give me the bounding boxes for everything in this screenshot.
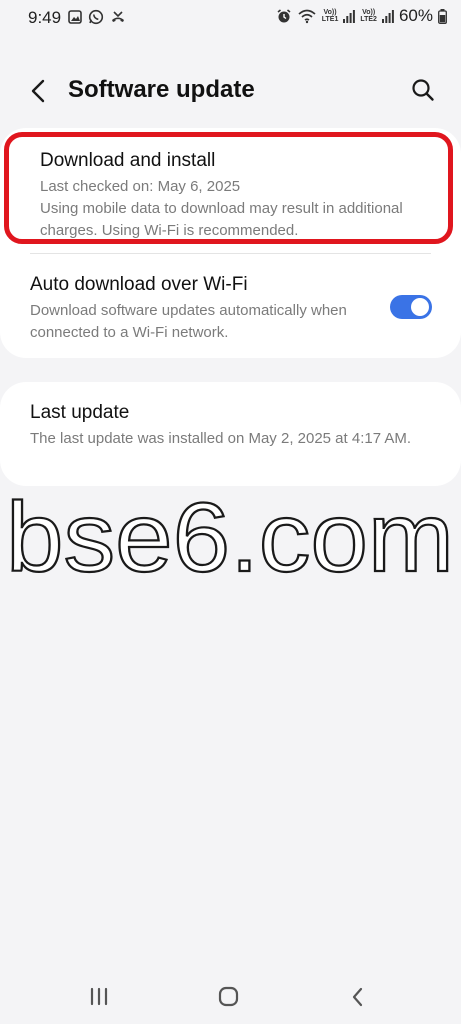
watermark: bse6.com: [5, 483, 455, 593]
sim2-network-label: LTE2: [360, 16, 377, 23]
missed-call-icon: [112, 11, 124, 22]
sim2-indicator: Vo)) LTE2: [360, 9, 377, 23]
alarm-icon: [277, 9, 291, 23]
last-update-description: The last update was installed on May 2, …: [30, 430, 412, 447]
status-bar: 9:49 Vo)) LTE1 Vo)) LTE2 60%: [0, 0, 461, 34]
auto-download-title: Auto download over Wi-Fi: [30, 274, 248, 295]
app-header: Software update: [0, 62, 461, 118]
last-update-title: Last update: [30, 402, 130, 423]
auto-download-description: Download software updates automatically …: [30, 302, 347, 341]
sim1-network-label: LTE1: [321, 16, 339, 23]
recents-button[interactable]: [84, 982, 114, 1012]
back-icon: [352, 987, 363, 1007]
wifi-icon: [298, 9, 316, 24]
signal-icon: [381, 10, 394, 23]
sim2-volte-label: Vo)): [362, 9, 376, 16]
signal-icon: [343, 10, 356, 23]
watermark-text: bse6.com: [6, 483, 454, 592]
recents-icon: [90, 987, 108, 1006]
last-update-card[interactable]: Last update The last update was installe…: [0, 382, 461, 486]
toggle-knob: [411, 298, 429, 316]
sim1-indicator: Vo)) LTE1: [322, 9, 339, 23]
back-arrow-icon: [31, 79, 45, 103]
gallery-icon: [68, 10, 82, 24]
divider: [30, 253, 431, 254]
nav-back-button[interactable]: [343, 982, 373, 1012]
home-icon: [218, 986, 239, 1007]
highlight-box: [4, 132, 453, 244]
page-title: Software update: [68, 76, 255, 103]
update-options-card: Download and install Last checked on: Ma…: [0, 128, 461, 358]
notification-icons: [68, 9, 126, 25]
search-button[interactable]: [409, 76, 437, 104]
whatsapp-icon: [88, 9, 104, 25]
system-status: Vo)) LTE1 Vo)) LTE2 60%: [276, 6, 447, 26]
auto-download-toggle[interactable]: [390, 295, 432, 319]
back-button[interactable]: [24, 76, 54, 106]
home-button[interactable]: [214, 982, 244, 1012]
battery-icon: [438, 8, 447, 24]
navigation-bar: [0, 968, 461, 1024]
search-icon: [412, 79, 434, 101]
battery-percent: 60%: [398, 6, 433, 25]
sim1-volte-label: Vo)): [323, 9, 337, 16]
status-time: 9:49: [28, 8, 62, 27]
